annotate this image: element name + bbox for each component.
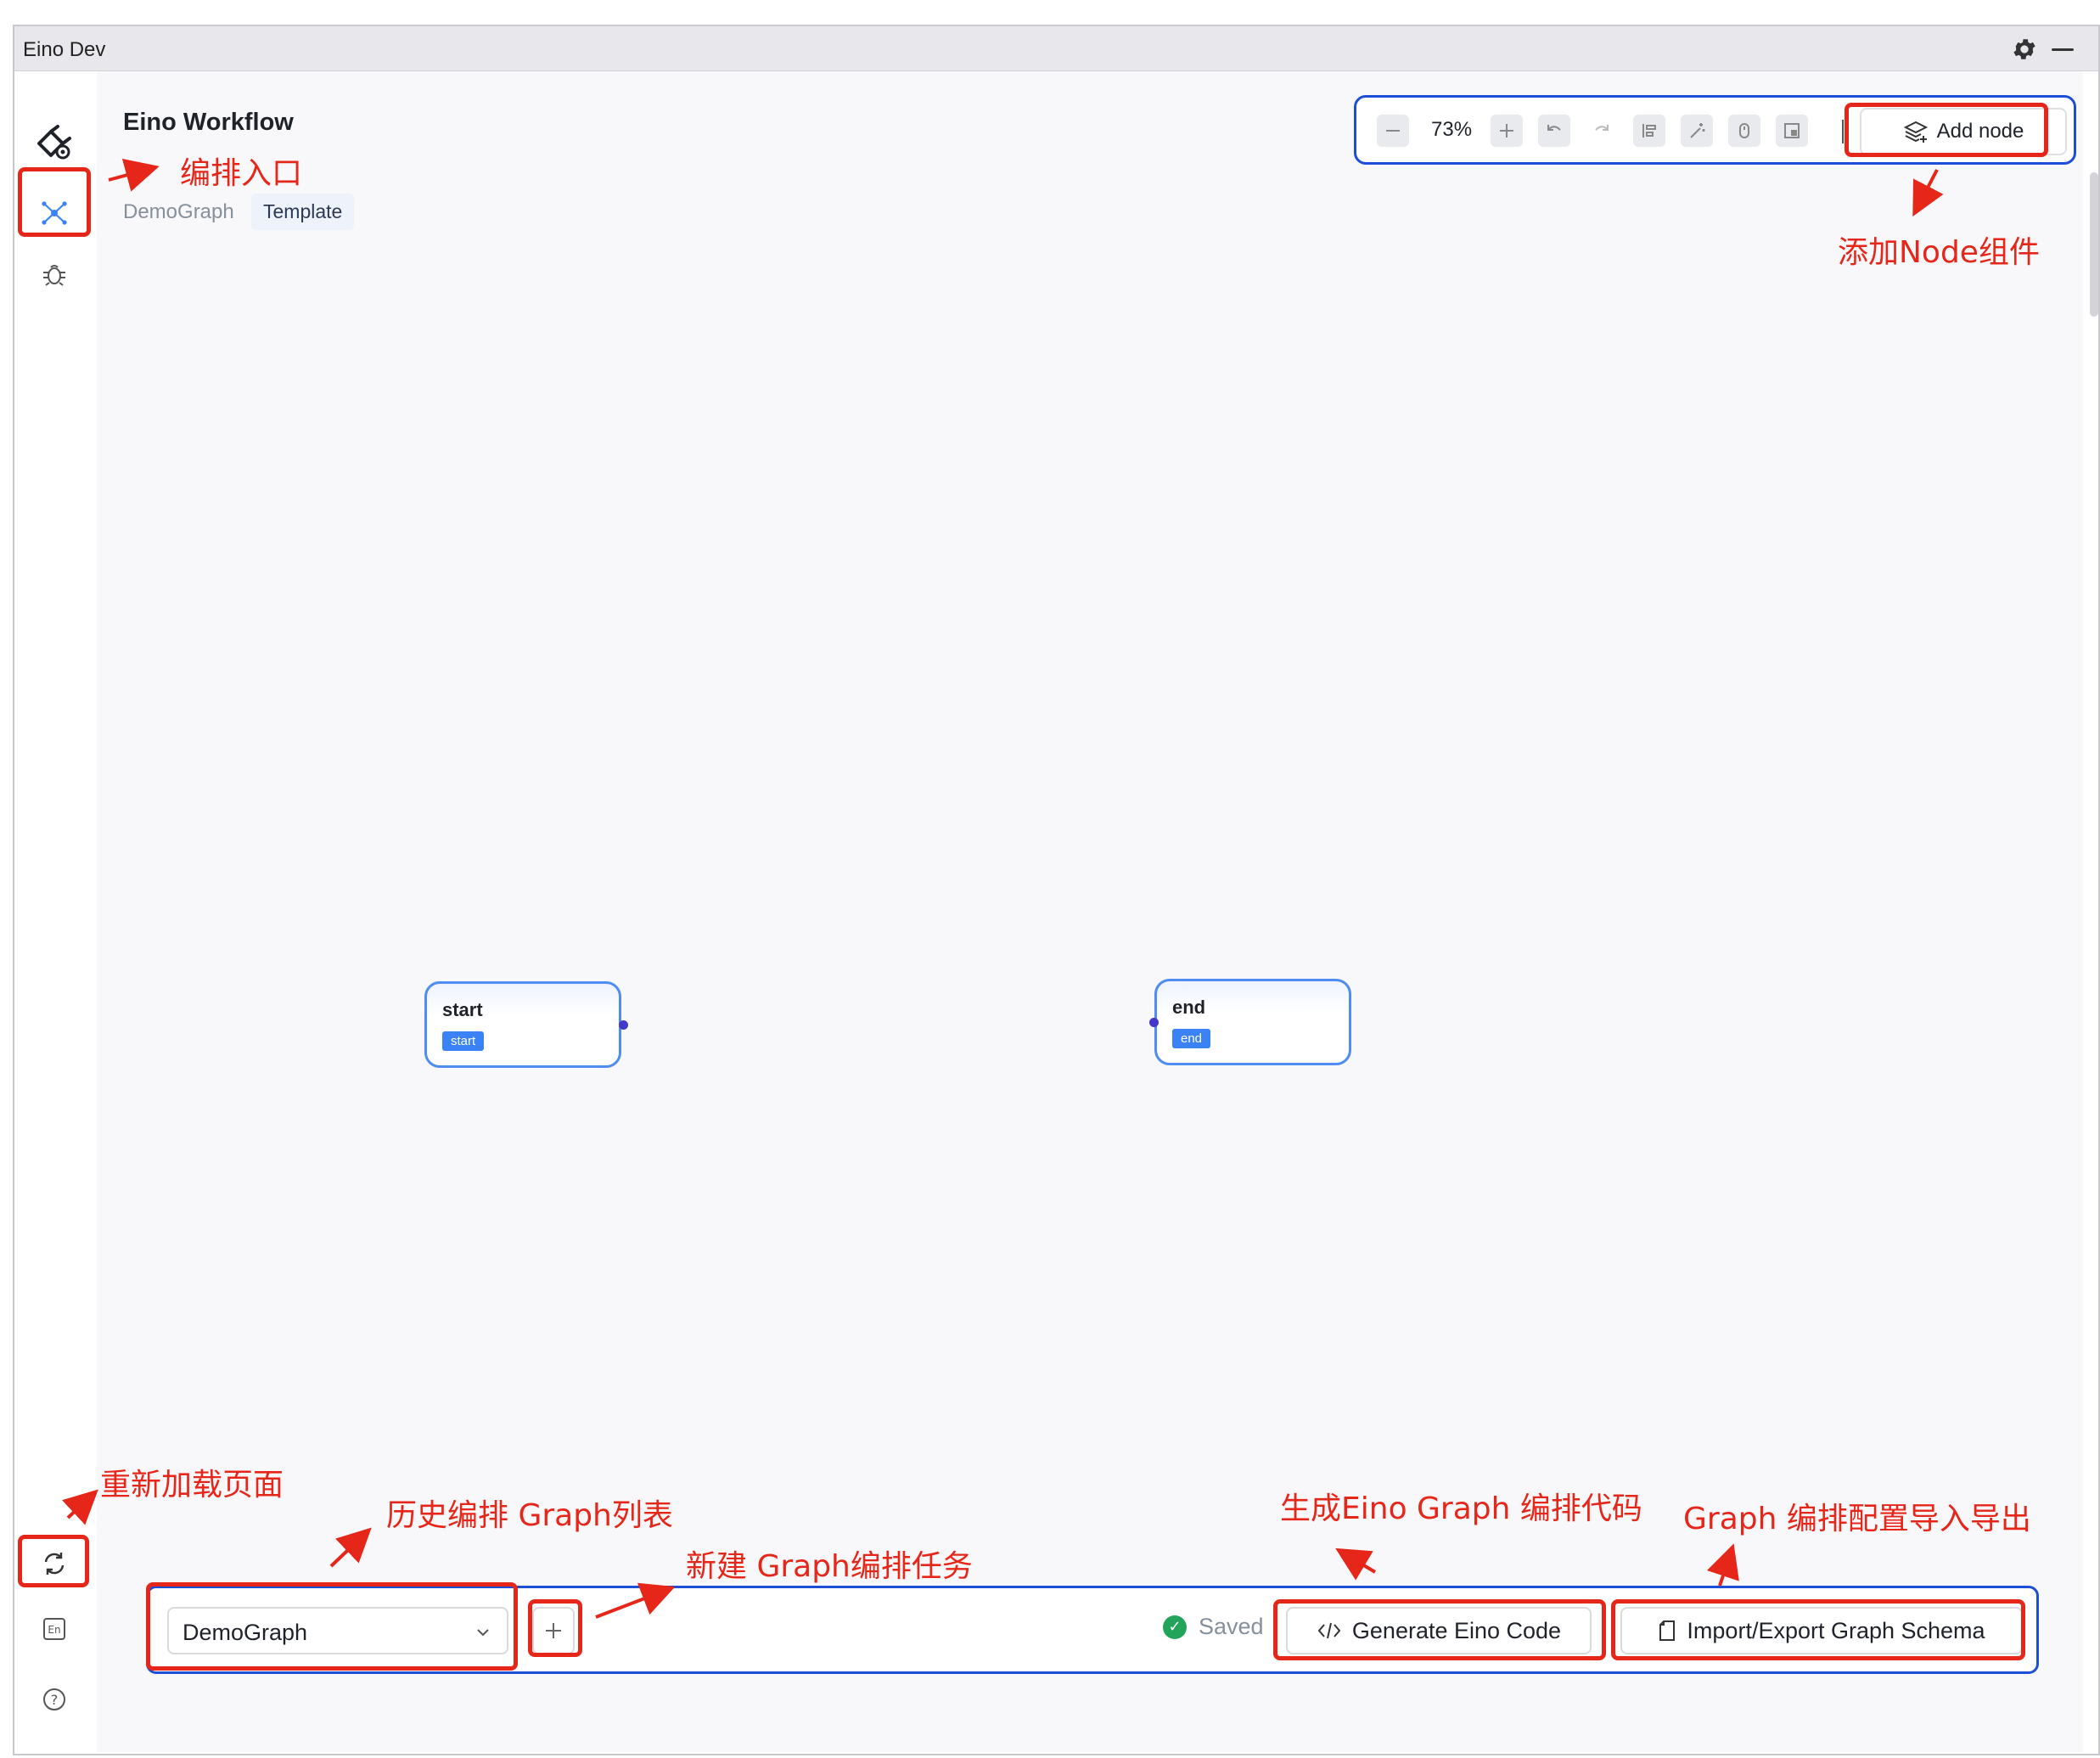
- annotation-graph-list: 历史编排 Graph列表: [386, 1498, 673, 1533]
- annotation-new-graph: 新建 Graph编排任务: [686, 1549, 973, 1584]
- annotation-add-node: 添加Node组件: [1838, 235, 2040, 270]
- annotation-generate: 生成Eino Graph 编排代码: [1280, 1491, 1642, 1526]
- annotation-orchestration-entry: 编排入口: [180, 156, 303, 191]
- annotation-reload: 重新加载页面: [100, 1468, 284, 1502]
- annotation-import-export: Graph 编排配置导入导出: [1683, 1502, 2031, 1536]
